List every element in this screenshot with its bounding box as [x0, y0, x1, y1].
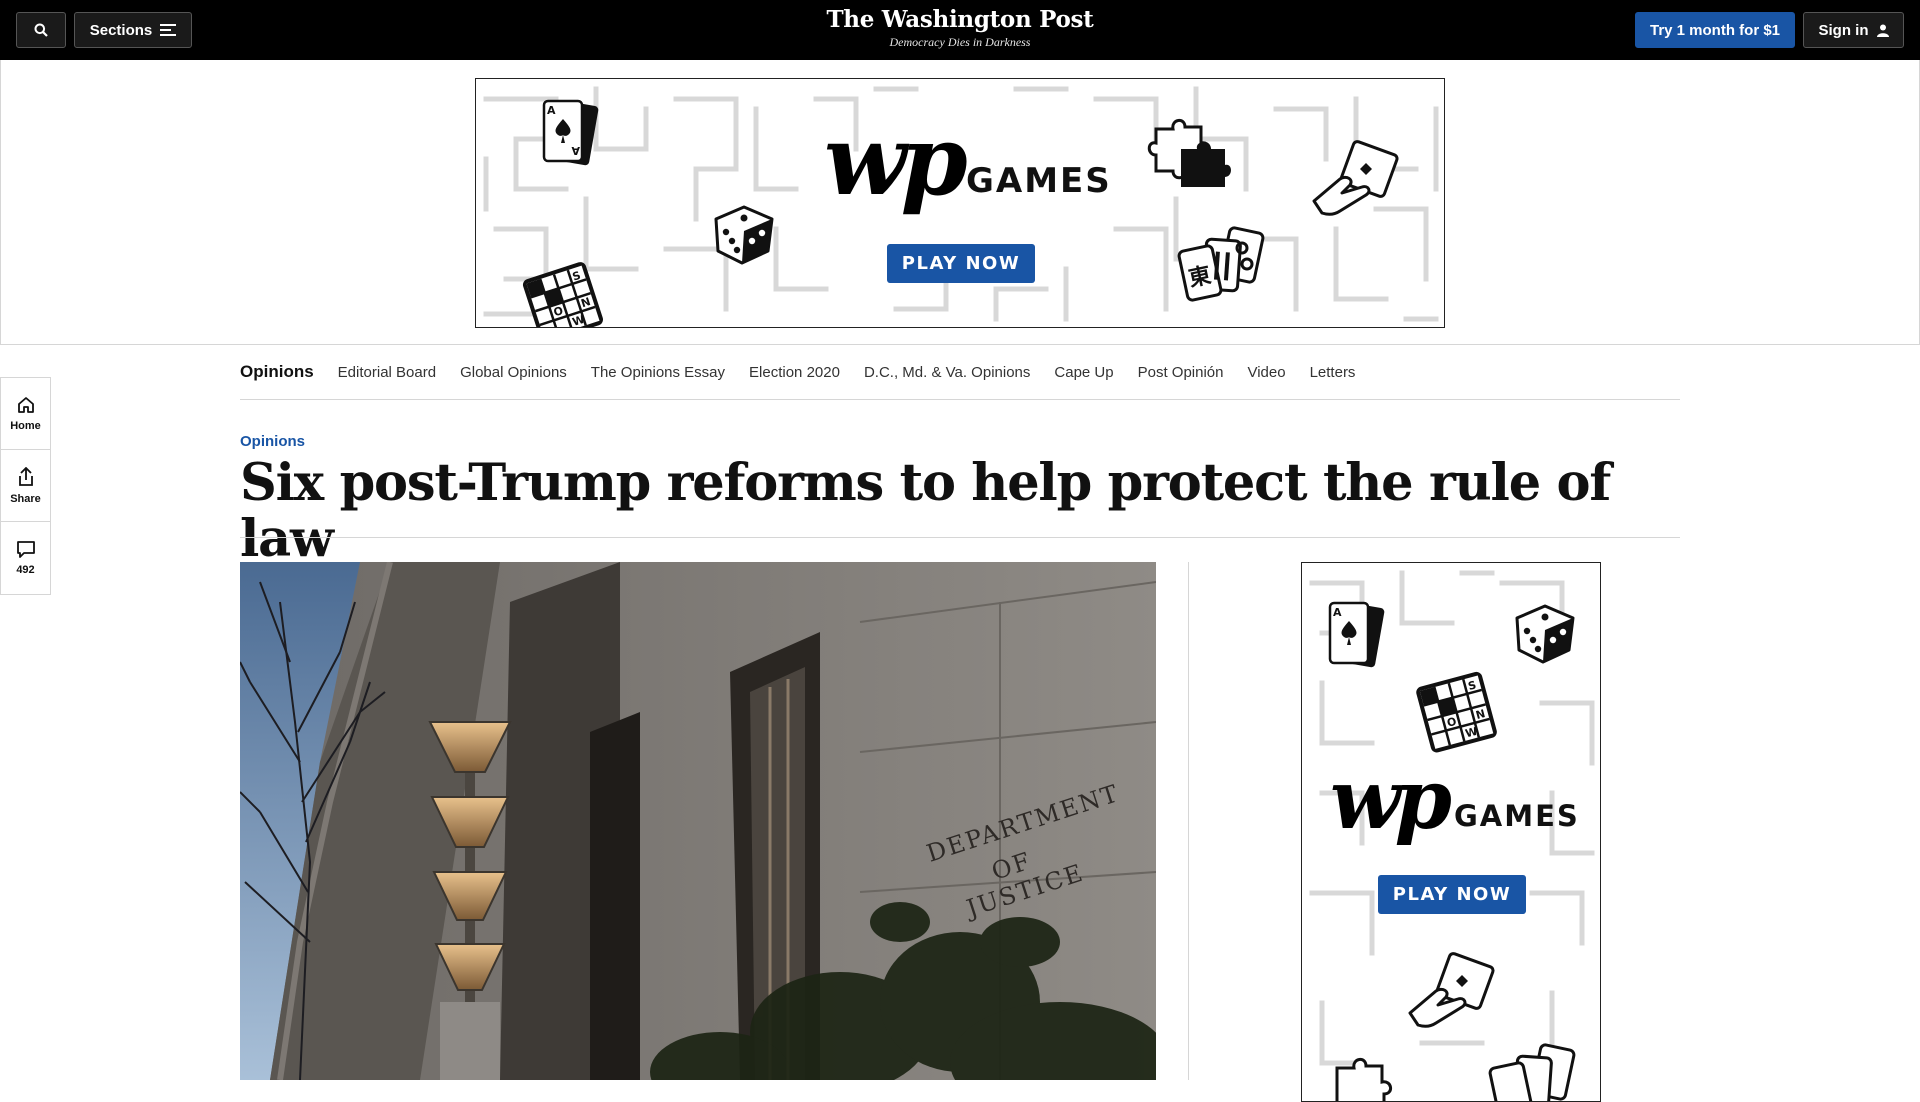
top-bar: Sections The Washington Post Democracy D… — [0, 0, 1920, 60]
crossword-icon: S N O W — [522, 262, 603, 327]
nav-item-editorial-board[interactable]: Editorial Board — [338, 364, 436, 381]
rail-share-label: Share — [10, 492, 41, 505]
sidebar-hand-card-icon — [1408, 952, 1495, 1028]
games-ad-sidebar[interactable]: A S N O W wp GAMES PLAY NOW — [1301, 562, 1601, 1102]
left-rail: Home Share 492 — [0, 377, 51, 595]
rail-home-button[interactable]: Home — [1, 378, 50, 450]
sign-in-label: Sign in — [1818, 21, 1869, 39]
headline-divider — [240, 537, 1680, 538]
nav-item-opinions[interactable]: Opinions — [240, 362, 314, 382]
play-now-label: PLAY NOW — [901, 253, 1021, 274]
games-ad-banner[interactable]: A A S N O W wp GAMES PLAY NOW 東 — [475, 78, 1445, 328]
nav-item-dc-md-va[interactable]: D.C., Md. & Va. Opinions — [864, 364, 1030, 381]
sidebar-crossword-icon: S N O W — [1416, 671, 1497, 753]
share-icon — [18, 466, 33, 486]
games-word: GAMES — [966, 161, 1112, 201]
masthead-logo: The Washington Post — [826, 6, 1094, 33]
sidebar-games-word: GAMES — [1454, 799, 1580, 833]
subscribe-button[interactable]: Try 1 month for $1 — [1635, 12, 1795, 48]
menu-icon — [160, 24, 177, 36]
article-kicker[interactable]: Opinions — [240, 433, 305, 450]
sections-button[interactable]: Sections — [74, 12, 192, 48]
sidebar-play-now-button[interactable]: PLAY NOW — [1378, 875, 1526, 914]
sign-in-button[interactable]: Sign in — [1803, 12, 1904, 48]
hand-card-icon — [1312, 140, 1399, 216]
subscribe-label: Try 1 month for $1 — [1649, 21, 1781, 39]
nav-item-election-2020[interactable]: Election 2020 — [749, 364, 840, 381]
masthead-tagline: Democracy Dies in Darkness — [889, 35, 1031, 49]
masthead[interactable]: The Washington Post Democracy Dies in Da… — [760, 6, 1160, 50]
rail-home-label: Home — [10, 419, 41, 432]
comment-icon — [16, 541, 35, 558]
user-icon — [1876, 24, 1889, 37]
article-hero-image[interactable]: DEPARTMENT OF JUSTICE — [240, 562, 1156, 1080]
nav-item-video[interactable]: Video — [1247, 364, 1285, 381]
sidebar-play-now-label: PLAY NOW — [1392, 884, 1512, 905]
sidebar-wp-games-logo: wp — [1330, 752, 1452, 848]
search-icon — [34, 23, 48, 37]
rail-comments-count: 492 — [16, 564, 35, 576]
sidebar-playing-card-icon: A — [1328, 601, 1385, 668]
sidebar-dice-icon — [1515, 604, 1575, 664]
sections-label: Sections — [89, 21, 153, 39]
puzzle-piece-icon — [1147, 119, 1231, 187]
play-now-button[interactable]: PLAY NOW — [887, 244, 1035, 283]
playing-card-icon: A A — [542, 99, 599, 166]
nav-item-opinions-essay[interactable]: The Opinions Essay — [591, 364, 725, 381]
sidebar-mahjong-tiles-icon — [1488, 1043, 1576, 1101]
column-divider — [1188, 562, 1189, 1080]
article-headline: Six post-Trump reforms to help protect t… — [240, 453, 1611, 570]
rail-comments-button[interactable]: 492 — [1, 522, 50, 594]
svg-text:A: A — [547, 104, 556, 117]
opinions-section-nav: Opinions Editorial Board Global Opinions… — [240, 345, 1680, 400]
dice-icon — [714, 205, 774, 265]
doj-building-photo: DEPARTMENT OF JUSTICE — [240, 562, 1156, 1080]
rail-share-button[interactable]: Share — [1, 450, 50, 522]
nav-item-letters[interactable]: Letters — [1310, 364, 1356, 381]
search-button[interactable] — [16, 12, 66, 48]
nav-item-cape-up[interactable]: Cape Up — [1054, 364, 1113, 381]
svg-text:A: A — [1333, 606, 1342, 619]
home-icon — [17, 396, 34, 413]
svg-text:A: A — [571, 144, 580, 157]
wp-games-logo: wp — [824, 104, 968, 217]
mahjong-tiles-icon: 東 — [1177, 226, 1265, 302]
sidebar-puzzle-piece-icon — [1335, 1058, 1392, 1101]
nav-item-global-opinions[interactable]: Global Opinions — [460, 364, 567, 381]
nav-item-post-opinion[interactable]: Post Opinión — [1138, 364, 1224, 381]
